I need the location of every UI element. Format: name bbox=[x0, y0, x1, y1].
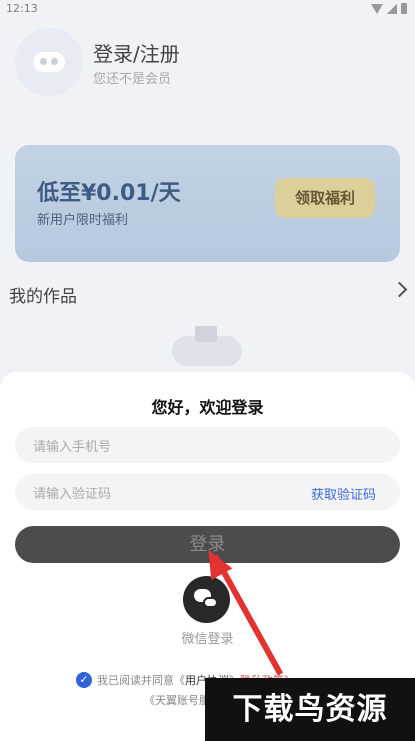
phone-placeholder: 请输入手机号 bbox=[33, 440, 112, 455]
wechat-icon-bubble bbox=[203, 597, 218, 608]
get-code-button[interactable]: 获取验证码 bbox=[311, 484, 376, 503]
sheet-title: 您好，欢迎登录 bbox=[151, 398, 264, 417]
phone-input[interactable]: 请输入手机号 bbox=[15, 427, 400, 463]
code-input[interactable]: 请输入验证码 获取验证码 bbox=[15, 474, 400, 510]
wechat-login-label: 微信登录 bbox=[181, 632, 234, 647]
agreement-checkbox[interactable]: ✓ bbox=[76, 672, 92, 688]
code-placeholder: 请输入验证码 bbox=[33, 487, 112, 502]
watermark-banner: 下载鸟资源 bbox=[205, 678, 415, 741]
wechat-login-button[interactable] bbox=[183, 576, 230, 623]
